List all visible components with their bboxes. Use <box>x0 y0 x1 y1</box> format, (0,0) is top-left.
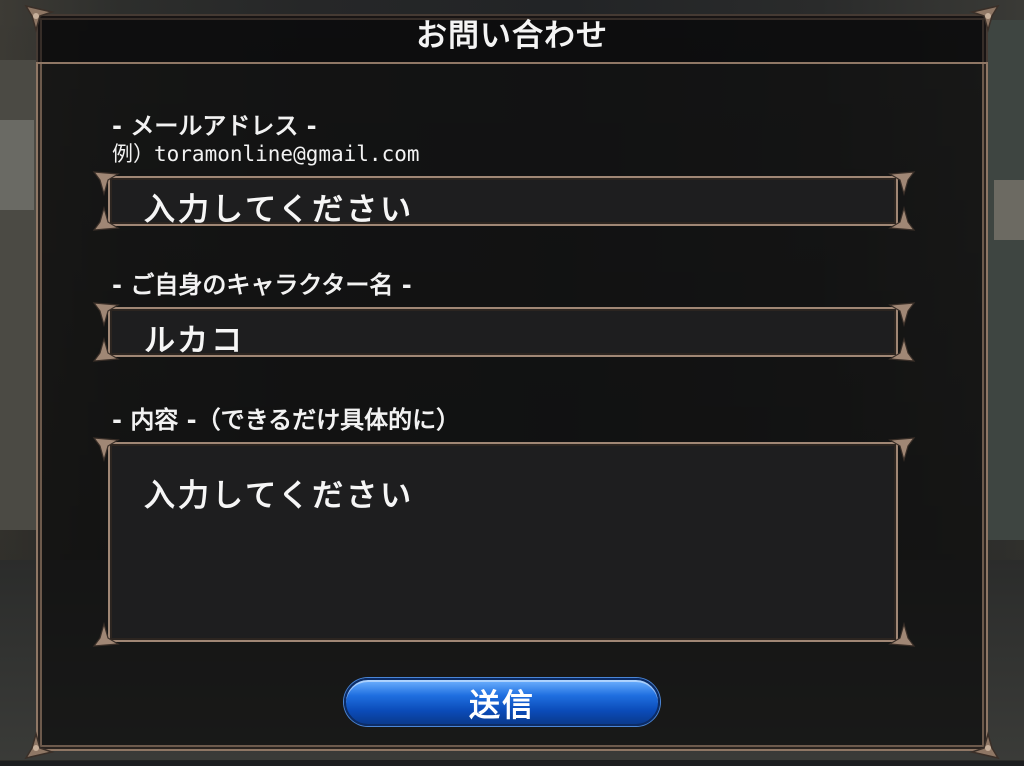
email-placeholder: 入力してください <box>144 192 415 228</box>
background-building-right <box>988 20 1024 540</box>
field-ornament-icon <box>874 200 916 234</box>
field-ornament-icon <box>874 434 916 468</box>
send-button-label: 送信 <box>469 687 535 724</box>
email-label: - メールアドレス - <box>112 112 317 140</box>
send-button[interactable]: 送信 <box>344 678 660 726</box>
ornament-corner-icon <box>22 716 68 762</box>
field-ornament-icon <box>92 331 134 365</box>
character-name-value: ルカコ <box>144 323 246 359</box>
field-ornament-icon <box>92 200 134 234</box>
field-ornament-icon <box>92 168 134 202</box>
ornament-corner-icon <box>956 716 1002 762</box>
field-ornament-icon <box>874 299 916 333</box>
content-textarea[interactable]: 入力してください <box>108 442 898 642</box>
email-input[interactable]: 入力してください <box>108 176 898 228</box>
character-name-label: - ご自身のキャラクター名 - <box>112 271 412 299</box>
field-ornament-icon <box>92 616 134 650</box>
email-example-hint: 例）toramonline@gmail.com <box>112 142 420 166</box>
field-ornament-icon <box>874 168 916 202</box>
character-name-input[interactable]: ルカコ <box>108 307 898 359</box>
field-ornament-icon <box>874 616 916 650</box>
field-ornament-icon <box>874 331 916 365</box>
dialog-title: お問い合わせ <box>416 18 608 54</box>
content-placeholder: 入力してください <box>144 478 415 514</box>
background-window-right <box>994 180 1024 240</box>
content-label: - 内容 -（できるだけ具体的に） <box>112 406 461 434</box>
field-ornament-icon <box>92 434 134 468</box>
field-ornament-icon <box>92 299 134 333</box>
background-window-left <box>0 120 34 210</box>
